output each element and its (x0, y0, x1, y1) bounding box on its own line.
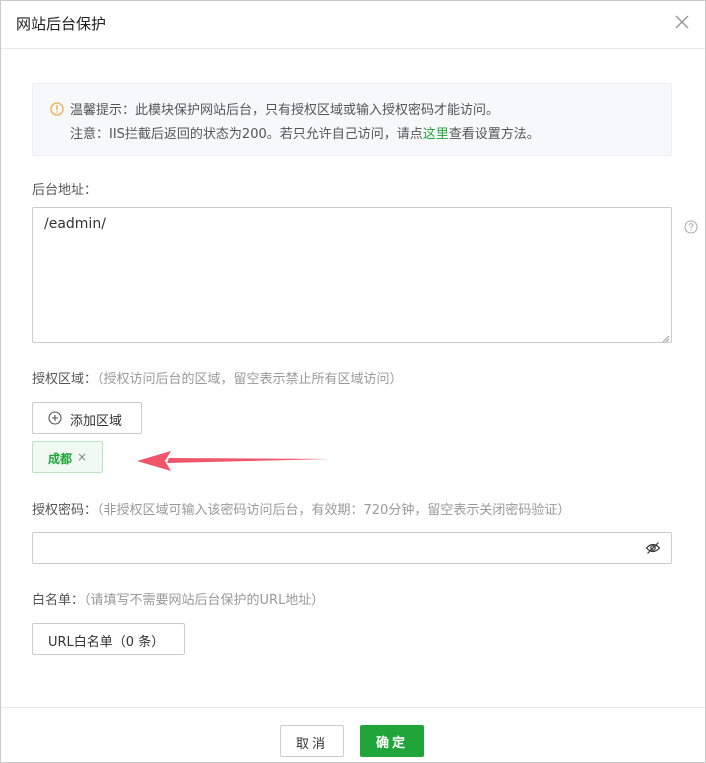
url-whitelist-button[interactable]: URL白名单（0 条） (32, 623, 185, 655)
question-circle-icon[interactable] (684, 220, 698, 234)
auth-password-hint: （非授权区域可输入该密码访问后台，有效期：720分钟，留空表示关闭密码验证） (97, 503, 571, 518)
admin-path-label: 后台地址： (32, 183, 98, 198)
whitelist-label-row: 白名单：（请填写不需要网站后台保护的URL地址） (32, 589, 324, 608)
close-icon[interactable] (673, 13, 691, 31)
warning-icon (50, 102, 64, 116)
help-link[interactable]: 这里 (423, 127, 449, 142)
add-region-button[interactable]: 添加区域 (32, 402, 142, 434)
auth-password-label: 授权密码： (32, 503, 98, 518)
auth-region-label-row: 授权区域：（授权访问后台的区域，留空表示禁止所有区域访问） (32, 368, 403, 387)
dialog: 网站后台保护 温馨提示：此模块保护网站后台，只有授权区域或输入授权密码才能访问。… (0, 0, 706, 763)
resize-grip-icon[interactable] (661, 332, 670, 343)
eye-slash-icon[interactable] (645, 541, 661, 555)
cancel-label: 取消 (295, 737, 328, 752)
auth-region-hint: （授权访问后台的区域，留空表示禁止所有区域访问） (97, 372, 403, 387)
dialog-title: 网站后台保护 (16, 15, 107, 33)
url-whitelist-label: URL白名单（0 条） (48, 635, 165, 650)
annotation-arrow-icon (131, 447, 341, 477)
notice-text: 温馨提示：此模块保护网站后台，只有授权区域或输入授权密码才能访问。 (70, 103, 500, 118)
notice-note: 注意：IIS拦截后返回的状态为200。若只允许自己访问，请点这里查看设置方法。 (70, 123, 540, 142)
dialog-footer (1, 707, 705, 763)
add-region-label: 添加区域 (70, 414, 123, 429)
region-tag: 成都 × (32, 441, 103, 473)
auth-password-label-row: 授权密码：（非授权区域可输入该密码访问后台，有效期：720分钟，留空表示关闭密码… (32, 499, 570, 518)
notice-note-suffix: 查看设置方法。 (448, 127, 540, 142)
remove-tag-icon[interactable]: × (77, 450, 87, 464)
dialog-header: 网站后台保护 (1, 1, 705, 49)
whitelist-hint: （请填写不需要网站后台保护的URL地址） (84, 593, 325, 608)
auth-region-label: 授权区域： (32, 372, 98, 387)
notice-box: 温馨提示：此模块保护网站后台，只有授权区域或输入授权密码才能访问。 注意：IIS… (32, 83, 672, 156)
notice-note-prefix: 注意：IIS拦截后返回的状态为200。若只允许自己访问，请点 (70, 127, 423, 142)
confirm-button[interactable]: 确定 (360, 725, 424, 757)
whitelist-label: 白名单： (32, 593, 85, 608)
region-tag-name: 成都 (48, 452, 73, 466)
plus-circle-icon (48, 411, 62, 425)
confirm-label: 确定 (375, 736, 408, 751)
auth-password-input[interactable] (32, 532, 672, 564)
cancel-button[interactable]: 取消 (280, 725, 344, 757)
admin-path-input[interactable]: /eadmin/ (32, 207, 672, 343)
